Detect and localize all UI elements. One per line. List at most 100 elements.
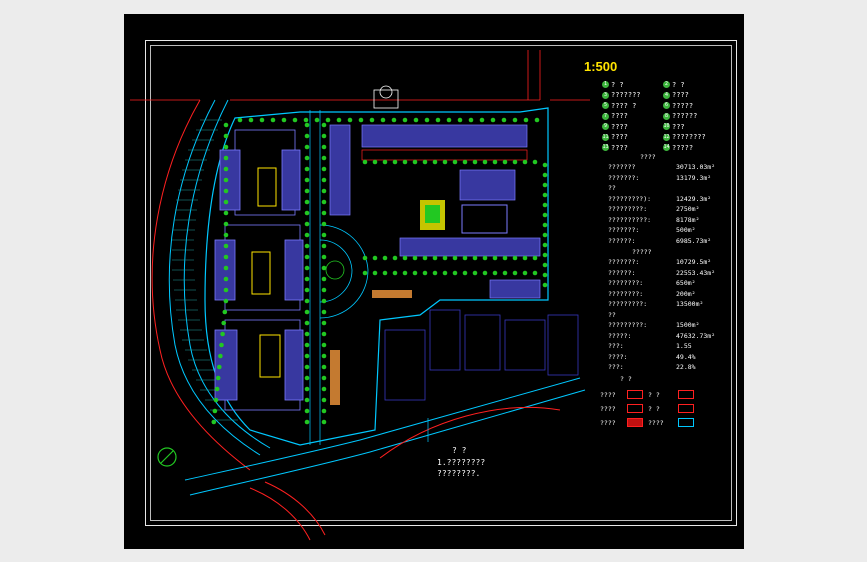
tree-icon: [402, 255, 408, 261]
tree-icon: [223, 210, 229, 216]
tree-icon: [502, 270, 508, 276]
stat-label: ????:: [608, 352, 628, 361]
tree-icon: [223, 166, 229, 172]
legend-label: ????: [611, 112, 628, 120]
legend-label: ? ?: [672, 80, 685, 89]
tree-icon: [321, 254, 327, 260]
tree-icon: [492, 159, 498, 165]
stat-value: 22.8%: [676, 363, 696, 371]
tree-layer: [211, 117, 548, 425]
tree-icon: [223, 265, 229, 271]
tree-icon: [482, 159, 488, 165]
legend-number-badge: 5: [602, 102, 609, 109]
stat-label: ???????:: [608, 258, 640, 266]
tree-icon: [270, 117, 276, 123]
symbol-label: ????: [600, 405, 616, 413]
legend-number-badge: 8: [663, 112, 670, 120]
tree-icon: [321, 221, 327, 227]
stat-label: ?????????):: [608, 194, 652, 203]
stat-value: 8178m²: [676, 215, 700, 224]
tree-icon: [542, 222, 548, 228]
stat-label: ????????:: [608, 279, 644, 287]
legend-number-badge: 12: [663, 133, 670, 141]
tree-icon: [259, 117, 265, 123]
tree-icon: [304, 199, 310, 205]
gatehouse: [373, 85, 399, 109]
tree-icon: [304, 133, 310, 139]
tree-icon: [347, 117, 353, 123]
stat-value: 1500m²: [676, 321, 700, 329]
tree-icon: [304, 419, 310, 425]
legend-item: 1? ?: [602, 80, 624, 89]
tree-icon: [532, 270, 538, 276]
tree-icon: [304, 353, 310, 359]
tree-icon: [358, 117, 364, 123]
tree-icon: [321, 309, 327, 315]
tree-icon: [422, 255, 428, 261]
tree-icon: [292, 117, 298, 123]
tree-icon: [223, 122, 229, 128]
note-line-1: 1.????????: [437, 458, 486, 467]
tree-icon: [304, 386, 310, 392]
tree-icon: [214, 386, 220, 392]
tree-icon: [325, 117, 331, 123]
tree-icon: [435, 117, 441, 123]
tree-icon: [304, 397, 310, 403]
tree-icon: [304, 364, 310, 370]
legend-number-badge: 3: [602, 91, 609, 99]
tree-icon: [372, 159, 378, 165]
scale-label: 1:500: [584, 59, 618, 74]
tree-icon: [542, 212, 548, 218]
tree-icon: [321, 122, 327, 128]
stat-label: ???????: [608, 163, 636, 171]
tree-icon: [321, 320, 327, 326]
stat-value: 10729.5m²: [676, 258, 712, 266]
stat-value: 500m²: [676, 226, 696, 234]
symbol-swatch: [678, 418, 694, 427]
legend-number-badge: 9: [602, 123, 609, 130]
tree-icon: [222, 309, 228, 315]
legend-label: ?????: [672, 143, 694, 152]
note-title: ? ?: [452, 446, 467, 455]
stats-heading: ?????: [632, 248, 652, 256]
playground: [420, 200, 508, 234]
symbol-label: ????: [600, 391, 616, 399]
legend-item: 7????: [602, 112, 628, 121]
tree-icon: [413, 117, 419, 123]
tree-icon: [321, 342, 327, 348]
tree-icon: [223, 254, 229, 260]
legend-number-badge: 10: [663, 123, 670, 130]
tree-icon: [304, 221, 310, 227]
tree-icon: [542, 262, 548, 268]
stat-value: 6985.73m²: [676, 236, 712, 245]
legend-number-badge: 6: [663, 102, 670, 109]
tree-icon: [321, 144, 327, 150]
tree-icon: [321, 287, 327, 293]
tree-icon: [223, 199, 229, 205]
tree-icon: [462, 255, 468, 261]
tree-icon: [542, 232, 548, 238]
tree-icon: [369, 117, 375, 123]
tree-icon: [304, 320, 310, 326]
residential-blocks-west: [214, 129, 304, 411]
tree-icon: [321, 364, 327, 370]
tree-icon: [304, 287, 310, 293]
legend-item: 12????????: [663, 133, 706, 142]
tree-icon: [492, 270, 498, 276]
tree-icon: [248, 117, 254, 123]
tree-icon: [532, 159, 538, 165]
tree-icon: [321, 397, 327, 403]
tree-icon: [223, 298, 229, 304]
legend-number-badge: 11: [602, 133, 609, 141]
stat-label: ?????????:: [608, 300, 648, 308]
stat-label: ???:: [608, 363, 624, 371]
tree-icon: [452, 270, 458, 276]
tree-icon: [223, 188, 229, 194]
legend-label: ????: [611, 122, 628, 131]
tree-icon: [281, 117, 287, 123]
tree-icon: [336, 117, 342, 123]
symbol-label: ? ?: [648, 405, 660, 413]
legend-label: ?????: [672, 101, 694, 110]
legend-item: 14?????: [663, 143, 693, 152]
symbol-label: ? ?: [648, 391, 660, 399]
